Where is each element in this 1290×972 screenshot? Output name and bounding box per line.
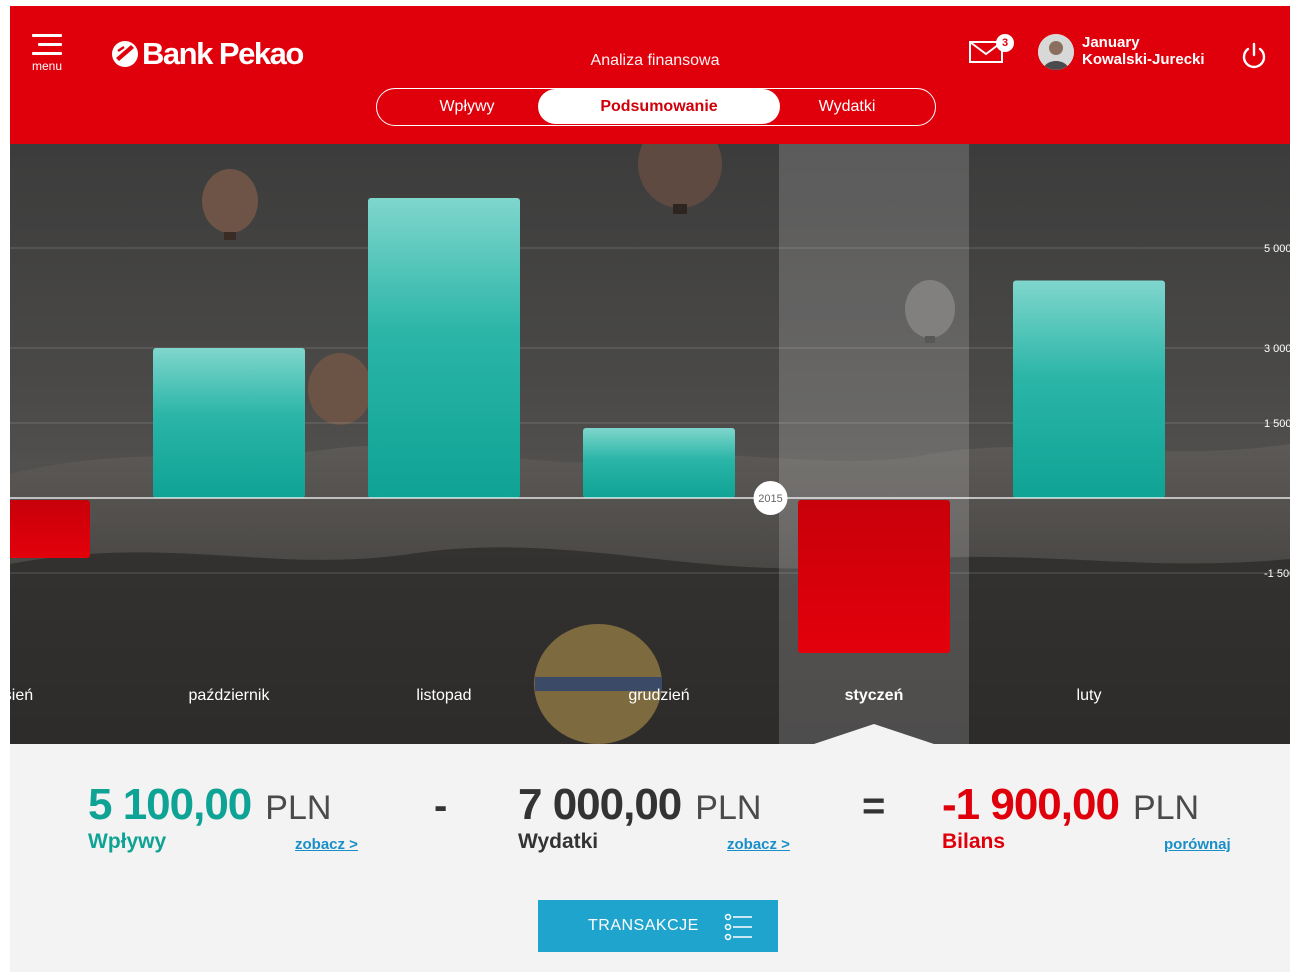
transactions-button[interactable]: TRANSAKCJE	[538, 900, 778, 952]
expense-value: 7 000,00	[518, 780, 682, 829]
tab-podsumowanie[interactable]: Podsumowanie	[538, 89, 780, 124]
tab-wplywy[interactable]: Wpływy	[377, 89, 557, 124]
expense-amount: 7 000,00 PLN	[518, 780, 761, 830]
balance-compare-link[interactable]: porównaj	[1164, 836, 1231, 853]
expense-see-link[interactable]: zobacz >	[727, 836, 790, 853]
income-value: 5 100,00	[88, 780, 252, 829]
bar-chart: 5 000 3 000 1 500 -1 500 esień październik li…	[10, 144, 1290, 744]
income-currency: PLN	[265, 789, 332, 827]
expense-currency: PLN	[695, 789, 762, 827]
income-label: Wpływy	[88, 830, 167, 853]
app-header: menu Bank Pekao Analiza finansowa Wpływy…	[10, 6, 1290, 144]
summary-panel: 5 100,00 PLN Wpływy zobacz > - 7 000,00 PL…	[10, 744, 1290, 972]
pekao-logo-icon	[112, 41, 138, 67]
user-first-name: January	[1082, 34, 1140, 51]
balloon-icon	[202, 169, 258, 240]
page-title: Analiza finansowa	[590, 52, 720, 69]
balloon-icon	[638, 144, 722, 214]
finance-chart: 5 000 3 000 1 500 -1 500 esień październik li…	[10, 144, 1290, 744]
income-amount: 5 100,00 PLN	[88, 780, 331, 830]
balance-amount: -1 900,00 PLN	[942, 780, 1199, 830]
income-see-link[interactable]: zobacz >	[295, 836, 358, 853]
power-icon	[1242, 42, 1266, 69]
month-label[interactable]: listopad	[416, 687, 471, 704]
messages-count-badge: 3	[996, 34, 1014, 52]
selected-month-highlight	[779, 144, 969, 744]
equals-sign: =	[862, 784, 886, 828]
month-label[interactable]: grudzień	[628, 687, 689, 704]
balance-label: Bilans	[942, 830, 1006, 853]
income-bar[interactable]	[368, 198, 520, 498]
messages-button[interactable]: 3	[968, 34, 1014, 70]
expense-bar[interactable]	[10, 500, 90, 558]
month-label[interactable]: luty	[1077, 687, 1102, 704]
tab-wydatki[interactable]: Wydatki	[757, 89, 937, 124]
income-bar[interactable]	[583, 428, 735, 498]
user-last-name: Kowalski-Jurecki	[1082, 51, 1205, 68]
minus-sign: -	[434, 784, 448, 828]
menu-button[interactable]: menu	[32, 34, 72, 80]
bank-logo[interactable]: Bank Pekao	[110, 36, 304, 72]
avatar[interactable]	[1038, 34, 1074, 70]
y-tick-label: 5 000	[1264, 243, 1290, 255]
brand-name: Bank Pekao	[142, 36, 304, 71]
y-tick-label: -1 500	[1264, 568, 1290, 580]
month-label[interactable]: esień	[10, 687, 33, 704]
y-tick-label: 3 000	[1264, 343, 1290, 355]
expense-label: Wydatki	[518, 830, 599, 853]
menu-label: menu	[32, 59, 63, 73]
year-marker-label: 2015	[758, 493, 782, 505]
balloon-icon	[308, 353, 372, 425]
list-icon	[724, 913, 752, 941]
logout-button[interactable]	[1238, 40, 1270, 72]
user-name[interactable]: January Kowalski-Jurecki	[1082, 34, 1205, 68]
balance-value: -1 900,00	[942, 780, 1120, 829]
income-bar[interactable]	[1013, 280, 1165, 499]
user-photo-icon	[1038, 34, 1074, 70]
balance-currency: PLN	[1132, 789, 1200, 827]
month-label[interactable]: październik	[189, 687, 271, 704]
expense-bar[interactable]	[798, 500, 950, 653]
hamburger-icon	[32, 34, 72, 55]
month-label[interactable]: styczeń	[845, 687, 904, 704]
balloon-icon	[534, 624, 662, 744]
view-tabs: Wpływy Wydatki Podsumowanie	[376, 88, 936, 126]
transactions-button-label: TRANSAKCJE	[588, 917, 699, 934]
y-tick-label: 1 500	[1264, 418, 1290, 430]
income-bar[interactable]	[153, 348, 305, 498]
